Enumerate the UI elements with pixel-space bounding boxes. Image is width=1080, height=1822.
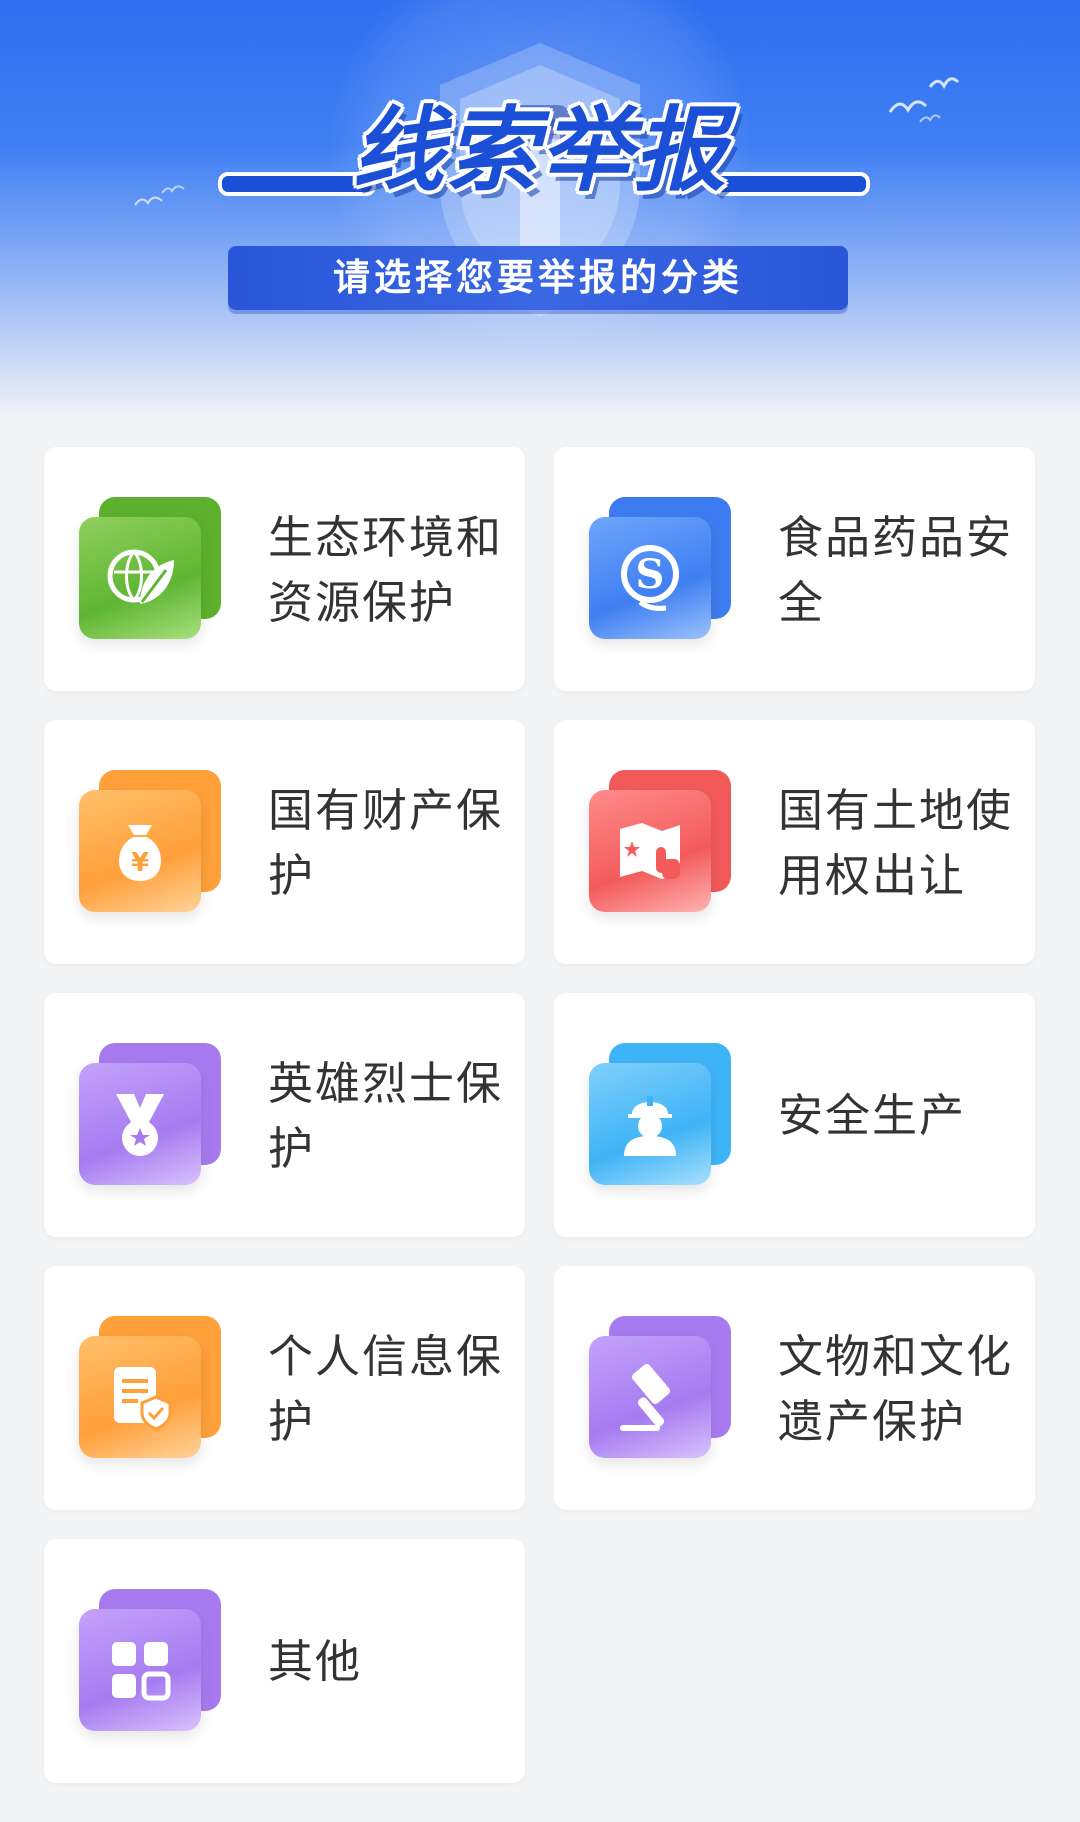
category-label: 文物和文化遗产保护 bbox=[778, 1330, 1014, 1448]
land-map-touch-icon bbox=[589, 770, 734, 915]
page-title: 线索举报 bbox=[351, 96, 728, 204]
category-label: 国有土地使用权出让 bbox=[778, 784, 1014, 902]
category-label: 其他 bbox=[268, 1635, 363, 1688]
medal-icon bbox=[79, 1043, 224, 1188]
category-card-state-land[interactable]: 国有土地使用权出让 bbox=[554, 720, 1035, 964]
category-card-other[interactable]: 其他 bbox=[44, 1539, 525, 1783]
category-label: 国有财产保护 bbox=[268, 784, 504, 902]
document-shield-icon bbox=[79, 1316, 224, 1461]
category-card-cultural-heritage[interactable]: 文物和文化遗产保护 bbox=[554, 1266, 1035, 1510]
globe-leaf-icon bbox=[79, 497, 224, 642]
worker-helmet-icon bbox=[589, 1043, 734, 1188]
category-card-personal-info[interactable]: 个人信息保护 bbox=[44, 1266, 525, 1510]
grid-apps-icon bbox=[79, 1589, 224, 1734]
banner-title-area: 线索举报 bbox=[0, 90, 1080, 210]
category-card-food-drug[interactable]: S 食品药品安全 bbox=[554, 447, 1035, 691]
category-label: 食品药品安全 bbox=[778, 511, 1014, 629]
category-card-heroes[interactable]: 英雄烈士保护 bbox=[44, 993, 525, 1237]
category-label: 安全生产 bbox=[778, 1089, 967, 1142]
category-card-work-safety[interactable]: 安全生产 bbox=[554, 993, 1035, 1237]
gavel-icon bbox=[589, 1316, 734, 1461]
category-label: 个人信息保护 bbox=[268, 1330, 504, 1448]
svg-text:¥: ¥ bbox=[131, 848, 149, 878]
svg-text:S: S bbox=[636, 551, 665, 598]
category-card-state-property[interactable]: ¥ 国有财产保护 bbox=[44, 720, 525, 964]
category-label: 生态环境和资源保护 bbox=[268, 511, 504, 629]
category-label: 英雄烈士保护 bbox=[268, 1057, 504, 1175]
page-subtitle: 请选择您要举报的分类 bbox=[333, 256, 743, 299]
money-bag-icon: ¥ bbox=[79, 770, 224, 915]
banner: 线索举报 请选择您要举报的分类 bbox=[0, 0, 1080, 420]
qs-safety-mark-icon: S bbox=[589, 497, 734, 642]
category-card-ecology[interactable]: 生态环境和资源保护 bbox=[44, 447, 525, 691]
